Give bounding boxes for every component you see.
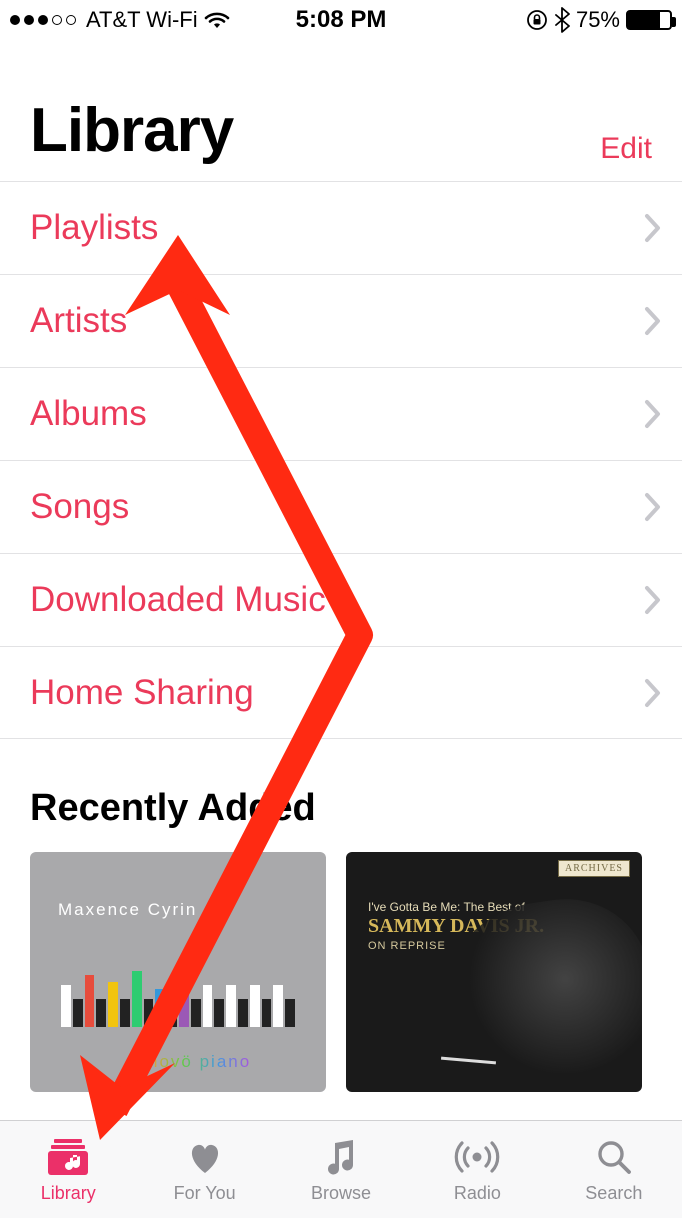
radio-icon xyxy=(451,1135,503,1179)
tab-search[interactable]: Search xyxy=(546,1121,682,1218)
tab-label: Library xyxy=(41,1183,96,1204)
tab-library[interactable]: Library xyxy=(0,1121,136,1218)
menu-item-label: Albums xyxy=(30,394,147,434)
status-bar: AT&T Wi-Fi 5:08 PM 75% xyxy=(0,0,682,40)
wifi-icon xyxy=(204,10,230,30)
battery-icon xyxy=(626,10,672,30)
album-title: novö piano xyxy=(148,1052,251,1072)
bluetooth-icon xyxy=(554,7,570,33)
tab-label: Browse xyxy=(311,1183,371,1204)
menu-item-downloaded-music[interactable]: Downloaded Music xyxy=(0,553,682,646)
chevron-right-icon xyxy=(644,492,662,522)
archives-badge: ARCHIVES xyxy=(558,860,630,877)
music-note-icon xyxy=(319,1135,363,1179)
section-title-recently-added: Recently Added xyxy=(0,739,682,852)
chevron-right-icon xyxy=(644,306,662,336)
tab-for-you[interactable]: For You xyxy=(136,1121,272,1218)
menu-item-playlists[interactable]: Playlists xyxy=(0,181,682,274)
tab-bar: Library For You Browse Radio xyxy=(0,1120,682,1218)
battery-percent: 75% xyxy=(576,7,620,33)
menu-item-albums[interactable]: Albums xyxy=(0,367,682,460)
tab-radio[interactable]: Radio xyxy=(409,1121,545,1218)
album-art-icon xyxy=(60,957,296,1027)
menu-item-home-sharing[interactable]: Home Sharing xyxy=(0,646,682,739)
chevron-right-icon xyxy=(644,585,662,615)
chevron-right-icon xyxy=(644,678,662,708)
menu-item-songs[interactable]: Songs xyxy=(0,460,682,553)
clock: 5:08 PM xyxy=(296,6,387,34)
cellular-signal-icon xyxy=(10,15,76,25)
album-label: ON REPRISE xyxy=(368,940,446,952)
battery-fill xyxy=(628,12,660,28)
carrier-label: AT&T Wi-Fi xyxy=(86,7,198,33)
tab-label: Search xyxy=(585,1183,642,1204)
album-artist: Maxence Cyrin xyxy=(58,900,197,920)
menu-item-label: Downloaded Music xyxy=(30,580,326,620)
chevron-right-icon xyxy=(644,213,662,243)
chevron-right-icon xyxy=(644,399,662,429)
menu-item-artists[interactable]: Artists xyxy=(0,274,682,367)
heart-icon xyxy=(183,1135,227,1179)
album-tile[interactable]: Maxence Cyrin novö piano xyxy=(30,852,326,1092)
menu-item-label: Playlists xyxy=(30,208,158,248)
menu-item-label: Home Sharing xyxy=(30,673,254,713)
tab-label: For You xyxy=(174,1183,236,1204)
edit-button[interactable]: Edit xyxy=(600,132,652,166)
page-header: Library Edit xyxy=(0,40,682,181)
search-icon xyxy=(594,1135,634,1179)
page-title: Library xyxy=(30,95,233,166)
album-tile[interactable]: ARCHIVES I've Gotta Be Me: The Best of S… xyxy=(346,852,642,1092)
tab-label: Radio xyxy=(454,1183,501,1204)
library-menu: Playlists Artists Albums Songs Downloade… xyxy=(0,181,682,739)
menu-item-label: Songs xyxy=(30,487,129,527)
recently-added-row: Maxence Cyrin novö piano ARCHIVES I've G… xyxy=(0,852,682,1092)
orientation-lock-icon xyxy=(526,9,548,31)
menu-item-label: Artists xyxy=(30,301,127,341)
library-icon xyxy=(46,1135,90,1179)
tab-browse[interactable]: Browse xyxy=(273,1121,409,1218)
